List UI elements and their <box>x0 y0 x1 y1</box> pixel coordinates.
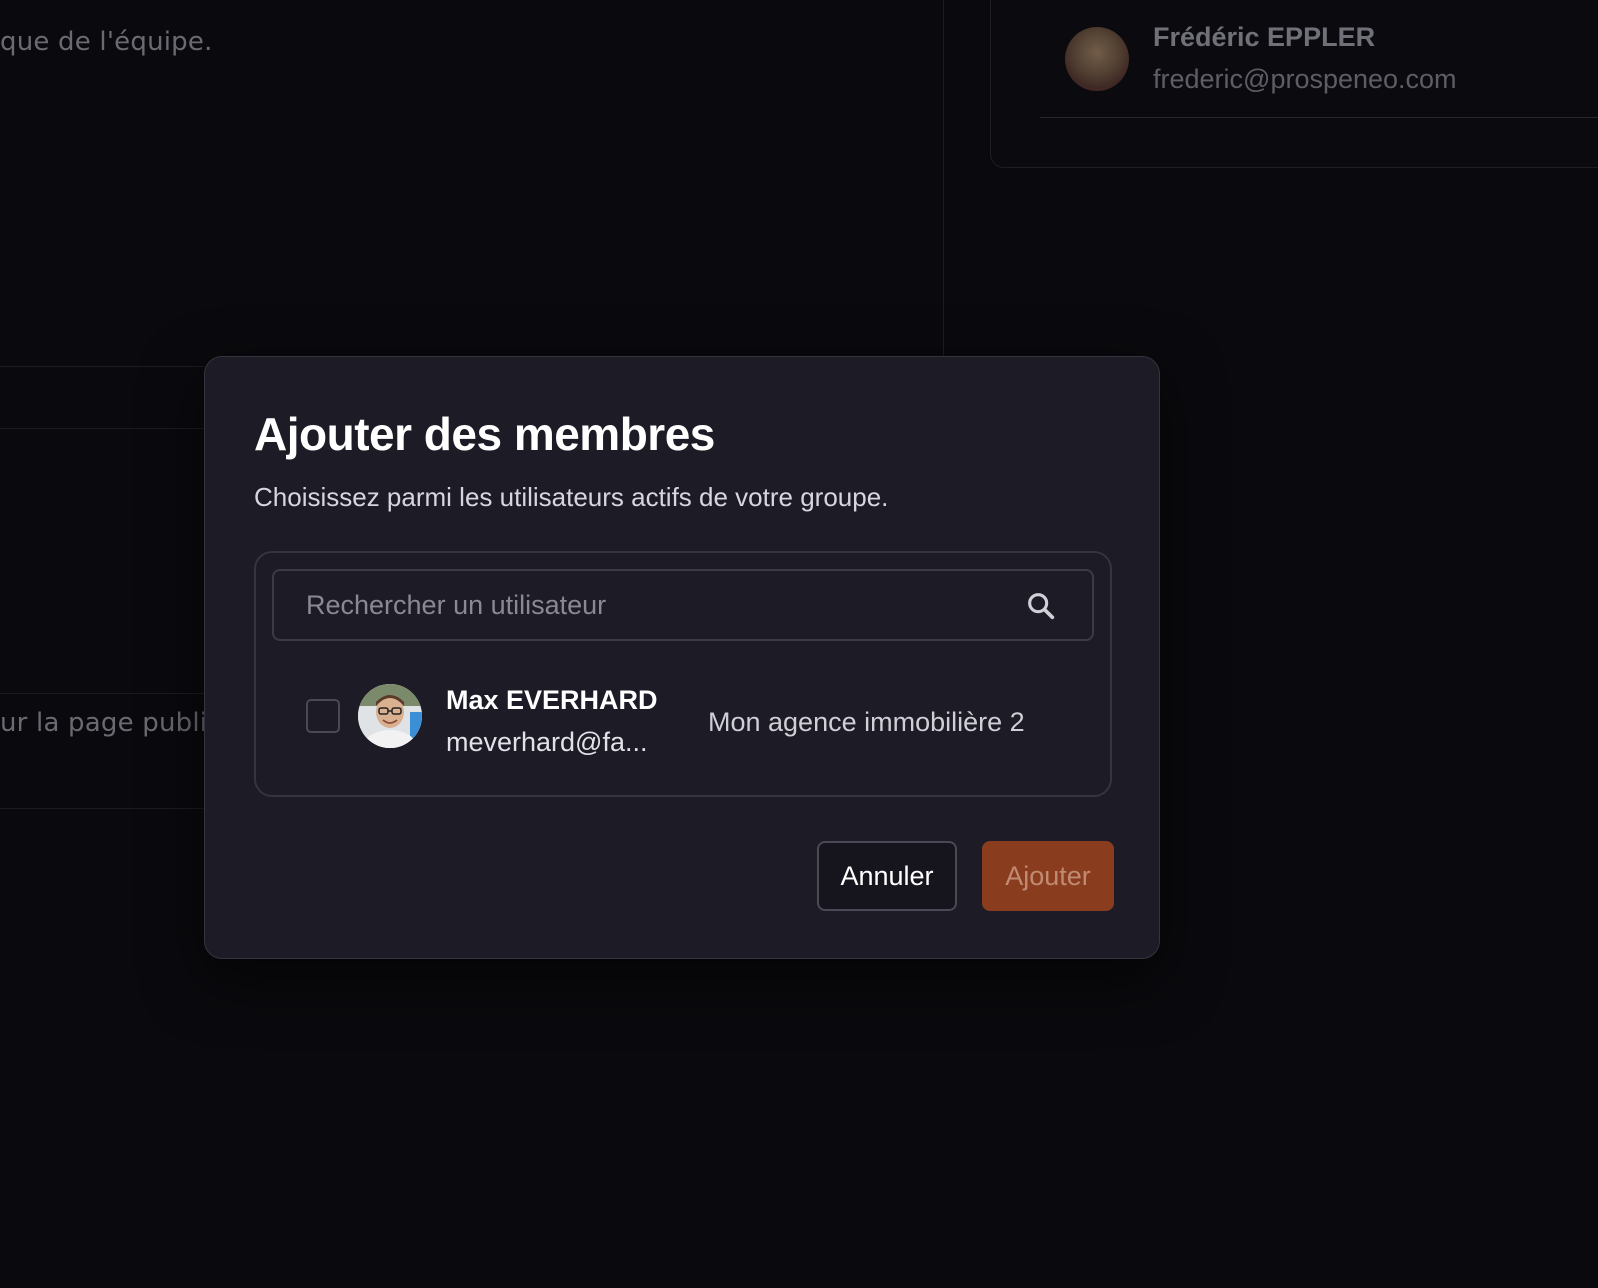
dialog-subtitle: Choisissez parmi les utilisateurs actifs… <box>254 482 889 512</box>
search-input[interactable] <box>274 571 1092 639</box>
page: que de l'équipe. ur la page publi Frédér… <box>0 0 1598 1288</box>
user-select-checkbox[interactable] <box>306 699 340 733</box>
background-public-page-text: ur la page publi <box>0 708 208 738</box>
user-picker-panel: Max EVERHARD meverhard@fa... Mon agence … <box>254 551 1112 797</box>
background-description-text: que de l'équipe. <box>0 27 213 57</box>
background-member-avatar <box>1065 27 1129 91</box>
avatar <box>358 684 422 748</box>
search-box <box>272 569 1094 641</box>
user-list-item[interactable]: Max EVERHARD meverhard@fa... Mon agence … <box>256 671 1110 761</box>
background-member-name: Frédéric EPPLER <box>1153 22 1376 52</box>
search-icon[interactable] <box>1024 589 1058 623</box>
user-name: Max EVERHARD <box>446 685 658 715</box>
user-email: meverhard@fa... <box>446 727 648 757</box>
background-member-email: frederic@prospeneo.com <box>1153 64 1457 94</box>
background-divider <box>0 428 204 429</box>
background-divider <box>0 693 204 694</box>
background-divider-vertical <box>943 0 944 356</box>
background-divider <box>0 366 204 367</box>
add-members-dialog: Ajouter des membres Choisissez parmi les… <box>204 356 1160 959</box>
cancel-button[interactable]: Annuler <box>817 841 957 911</box>
dialog-title: Ajouter des membres <box>254 408 715 460</box>
user-group: Mon agence immobilière 2 <box>708 707 1025 737</box>
background-divider <box>0 808 204 809</box>
add-button[interactable]: Ajouter <box>982 841 1114 911</box>
background-member-divider <box>1040 117 1598 118</box>
